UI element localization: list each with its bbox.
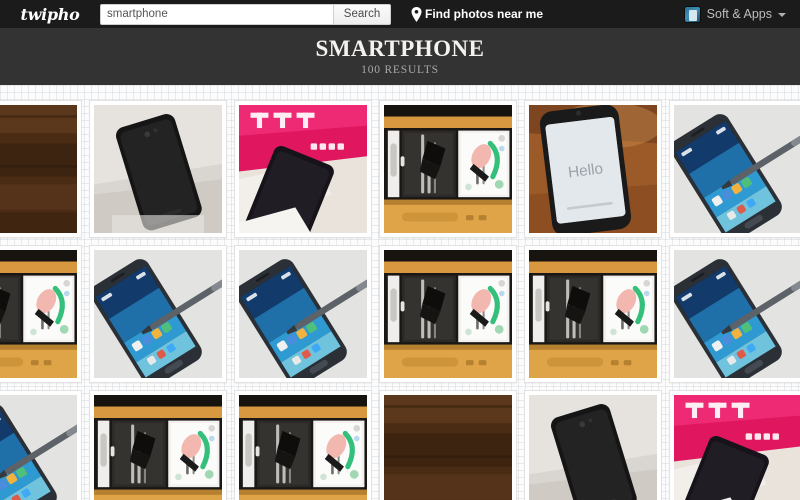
search-button[interactable]: Search	[333, 3, 391, 25]
photo-image-p1	[0, 105, 77, 233]
photo-image-p14	[94, 395, 222, 500]
photo-thumbnail[interactable]	[0, 245, 82, 383]
photo-thumbnail[interactable]	[379, 245, 517, 383]
photo-thumbnail[interactable]	[669, 245, 800, 383]
photo-thumbnail[interactable]	[0, 100, 82, 238]
photo-thumbnail[interactable]	[234, 245, 372, 383]
photo-image-p16	[384, 395, 512, 500]
photo-image-p6	[674, 105, 800, 233]
user-avatar	[683, 5, 701, 23]
photo-image-p4	[384, 105, 512, 233]
brand-logo[interactable]: twipho	[0, 5, 100, 24]
photo-image-p18	[674, 395, 800, 500]
near-me-label: Find photos near me	[425, 7, 544, 21]
chevron-down-icon	[778, 13, 786, 17]
search-input[interactable]	[100, 3, 333, 25]
photo-image-p13	[0, 395, 77, 500]
photo-grid-area: Hello	[0, 85, 800, 500]
photo-thumbnail[interactable]: Hello	[524, 100, 662, 238]
find-photos-near-me-link[interactable]: Find photos near me	[411, 6, 544, 22]
photo-image-p11	[529, 250, 657, 378]
photo-image-p7	[0, 250, 77, 378]
photo-image-p8	[94, 250, 222, 378]
photo-thumbnail[interactable]	[669, 100, 800, 238]
photo-thumbnail[interactable]	[669, 390, 800, 500]
user-menu[interactable]: Soft & Apps	[683, 5, 790, 23]
photo-thumbnail[interactable]	[89, 245, 227, 383]
photo-thumbnail[interactable]	[89, 100, 227, 238]
top-navbar: twipho Search Find photos near me Soft &…	[0, 0, 800, 28]
photo-thumbnail[interactable]	[89, 390, 227, 500]
photo-thumbnail[interactable]	[379, 390, 517, 500]
photo-thumbnail[interactable]	[524, 245, 662, 383]
results-count: 100 RESULTS	[361, 63, 439, 76]
photo-thumbnail[interactable]	[524, 390, 662, 500]
photo-image-p2	[94, 105, 222, 233]
search-form: Search	[100, 3, 391, 25]
photo-image-p3	[239, 105, 367, 233]
photo-image-p12	[674, 250, 800, 378]
photo-image-p10	[384, 250, 512, 378]
photo-thumbnail[interactable]	[379, 100, 517, 238]
photo-thumbnail[interactable]	[0, 390, 82, 500]
photo-grid: Hello	[0, 100, 800, 500]
photo-image-p5: Hello	[529, 105, 657, 233]
photo-image-p17	[529, 395, 657, 500]
photo-image-p15	[239, 395, 367, 500]
photo-thumbnail[interactable]	[234, 390, 372, 500]
page-title: SMARTPHONE	[315, 35, 485, 61]
page-header: SMARTPHONE 100 RESULTS	[0, 28, 800, 85]
user-menu-label: Soft & Apps	[706, 7, 772, 21]
photo-thumbnail[interactable]	[234, 100, 372, 238]
map-pin-icon	[411, 6, 422, 22]
photo-image-p9	[239, 250, 367, 378]
